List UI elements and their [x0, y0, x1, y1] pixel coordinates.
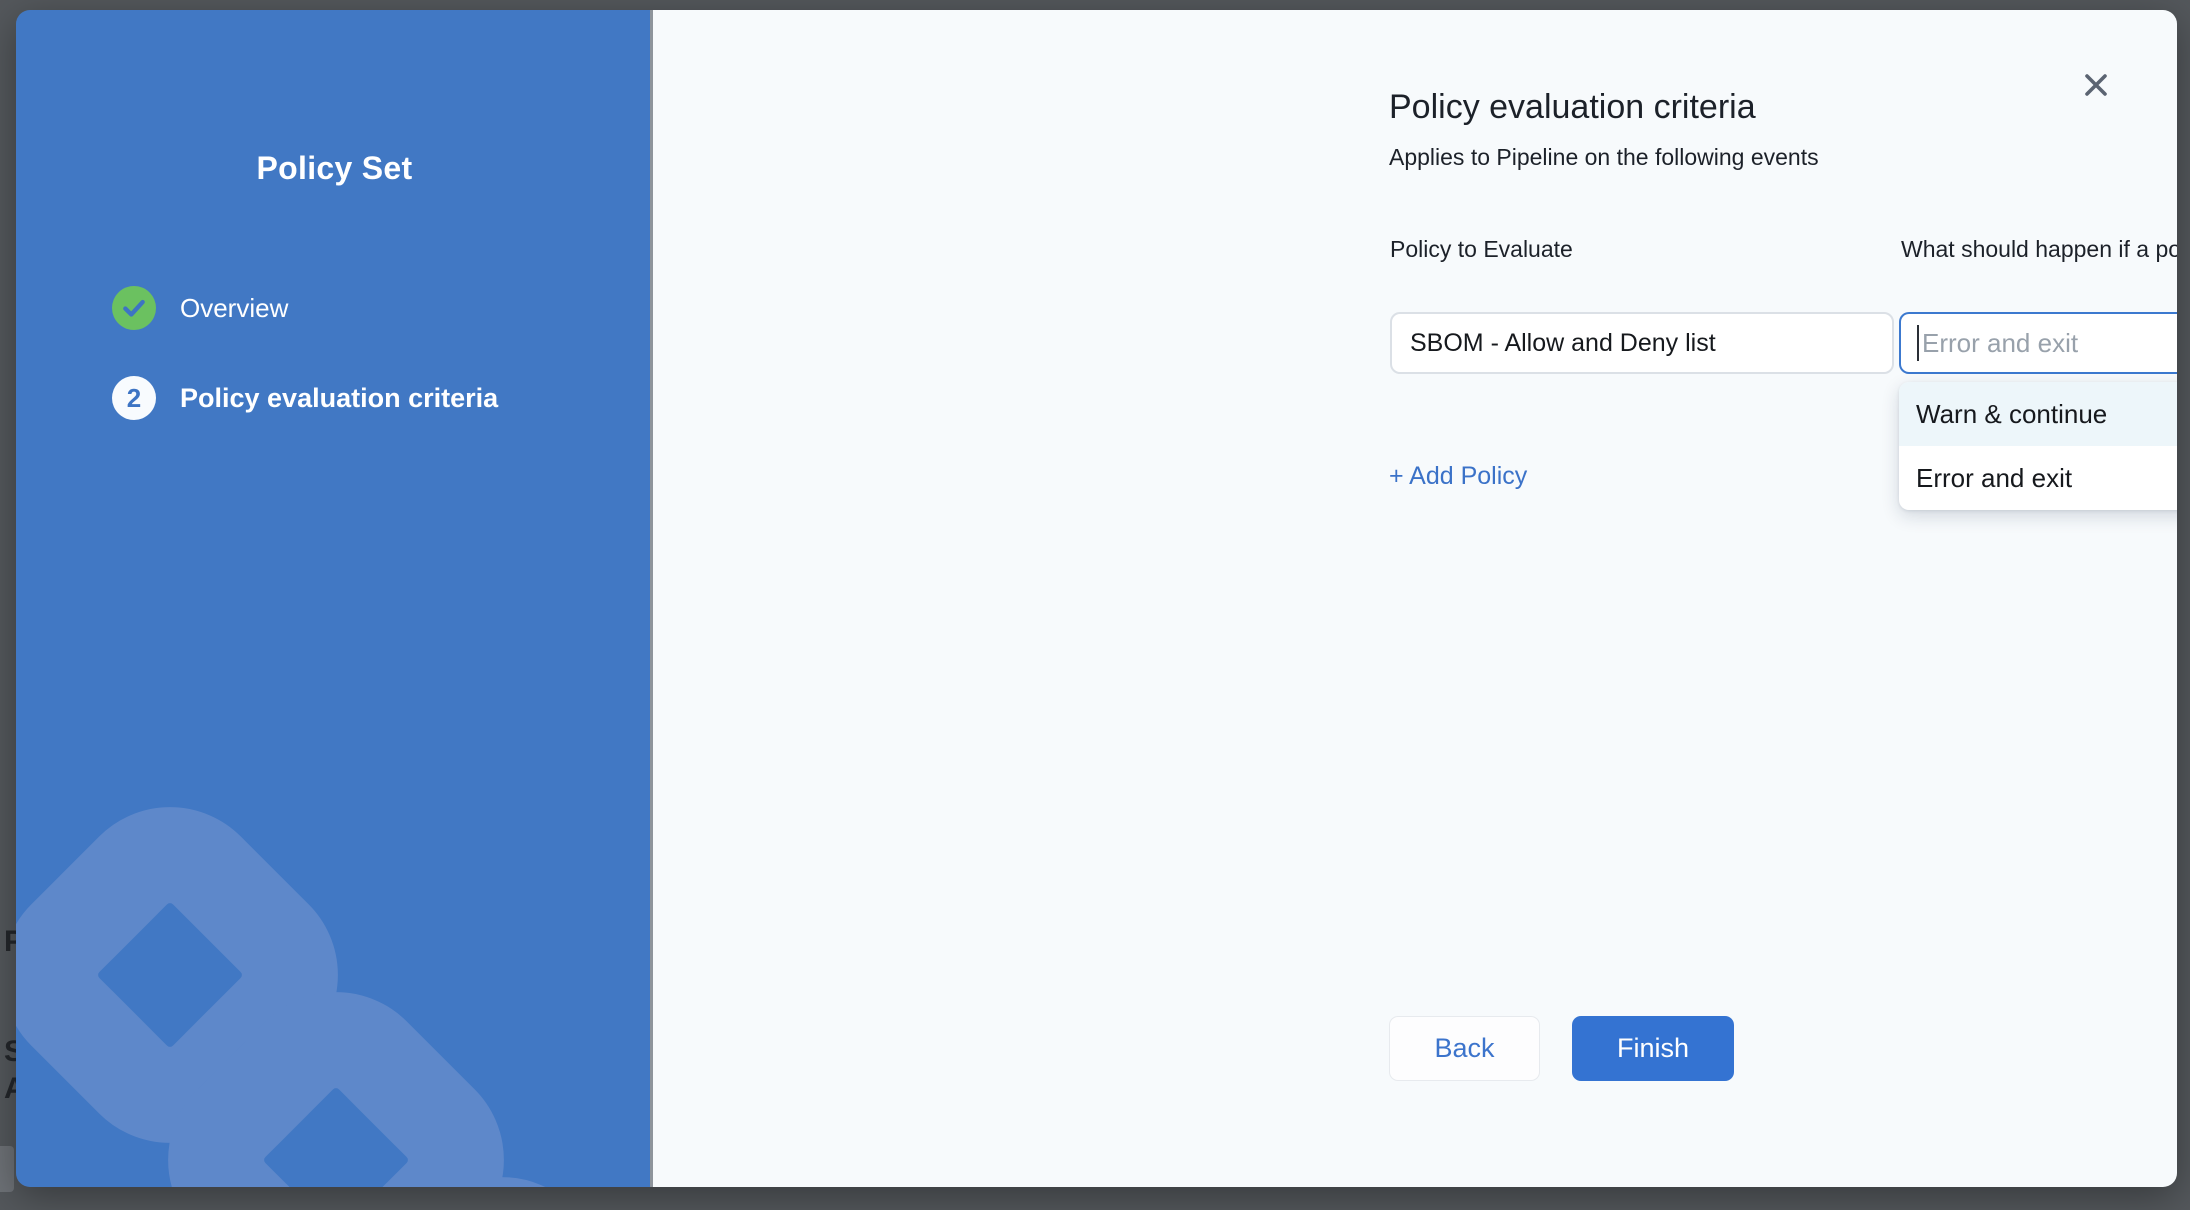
- policy-set-modal: Policy Set Overview 2 Policy evaluation …: [16, 10, 2177, 1187]
- page-subtitle: Applies to Pipeline on the following eve…: [1389, 144, 1819, 171]
- modal-content-panel: Policy evaluation criteria Applies to Pi…: [653, 10, 2177, 1187]
- wizard-step-overview[interactable]: Overview: [112, 286, 288, 330]
- close-icon: [2081, 70, 2111, 100]
- fail-behavior-placeholder: Error and exit: [1922, 328, 2177, 359]
- page-title: Policy evaluation criteria: [1389, 88, 1756, 127]
- step-label-policy-evaluation-criteria: Policy evaluation criteria: [180, 383, 498, 414]
- wizard-title: Policy Set: [16, 150, 653, 187]
- policy-to-evaluate-input[interactable]: [1390, 312, 1894, 374]
- fail-behavior-select[interactable]: Error and exit: [1899, 312, 2177, 374]
- add-policy-link[interactable]: + Add Policy: [1389, 462, 1527, 491]
- fail-behavior-dropdown: Warn & continue Error and exit: [1899, 382, 2177, 510]
- wizard-step-policy-evaluation-criteria[interactable]: 2 Policy evaluation criteria: [112, 376, 498, 420]
- wizard-sidebar: Policy Set Overview 2 Policy evaluation …: [16, 10, 653, 1187]
- policy-to-evaluate-label: Policy to Evaluate: [1390, 236, 1573, 263]
- check-icon: [121, 295, 147, 321]
- dropdown-option-error-exit[interactable]: Error and exit: [1899, 446, 2177, 510]
- step-number-badge: 2: [112, 376, 156, 420]
- close-button[interactable]: [2076, 65, 2116, 105]
- back-button[interactable]: Back: [1389, 1016, 1540, 1081]
- dropdown-option-warn-continue[interactable]: Warn & continue: [1899, 382, 2177, 446]
- policy-fail-behavior-label: What should happen if a policy fails?: [1901, 236, 2177, 263]
- step-complete-badge: [112, 286, 156, 330]
- text-cursor: [1917, 325, 1919, 361]
- backdrop-chip: [0, 1146, 14, 1192]
- step-label-overview: Overview: [180, 293, 288, 324]
- finish-button[interactable]: Finish: [1572, 1016, 1734, 1081]
